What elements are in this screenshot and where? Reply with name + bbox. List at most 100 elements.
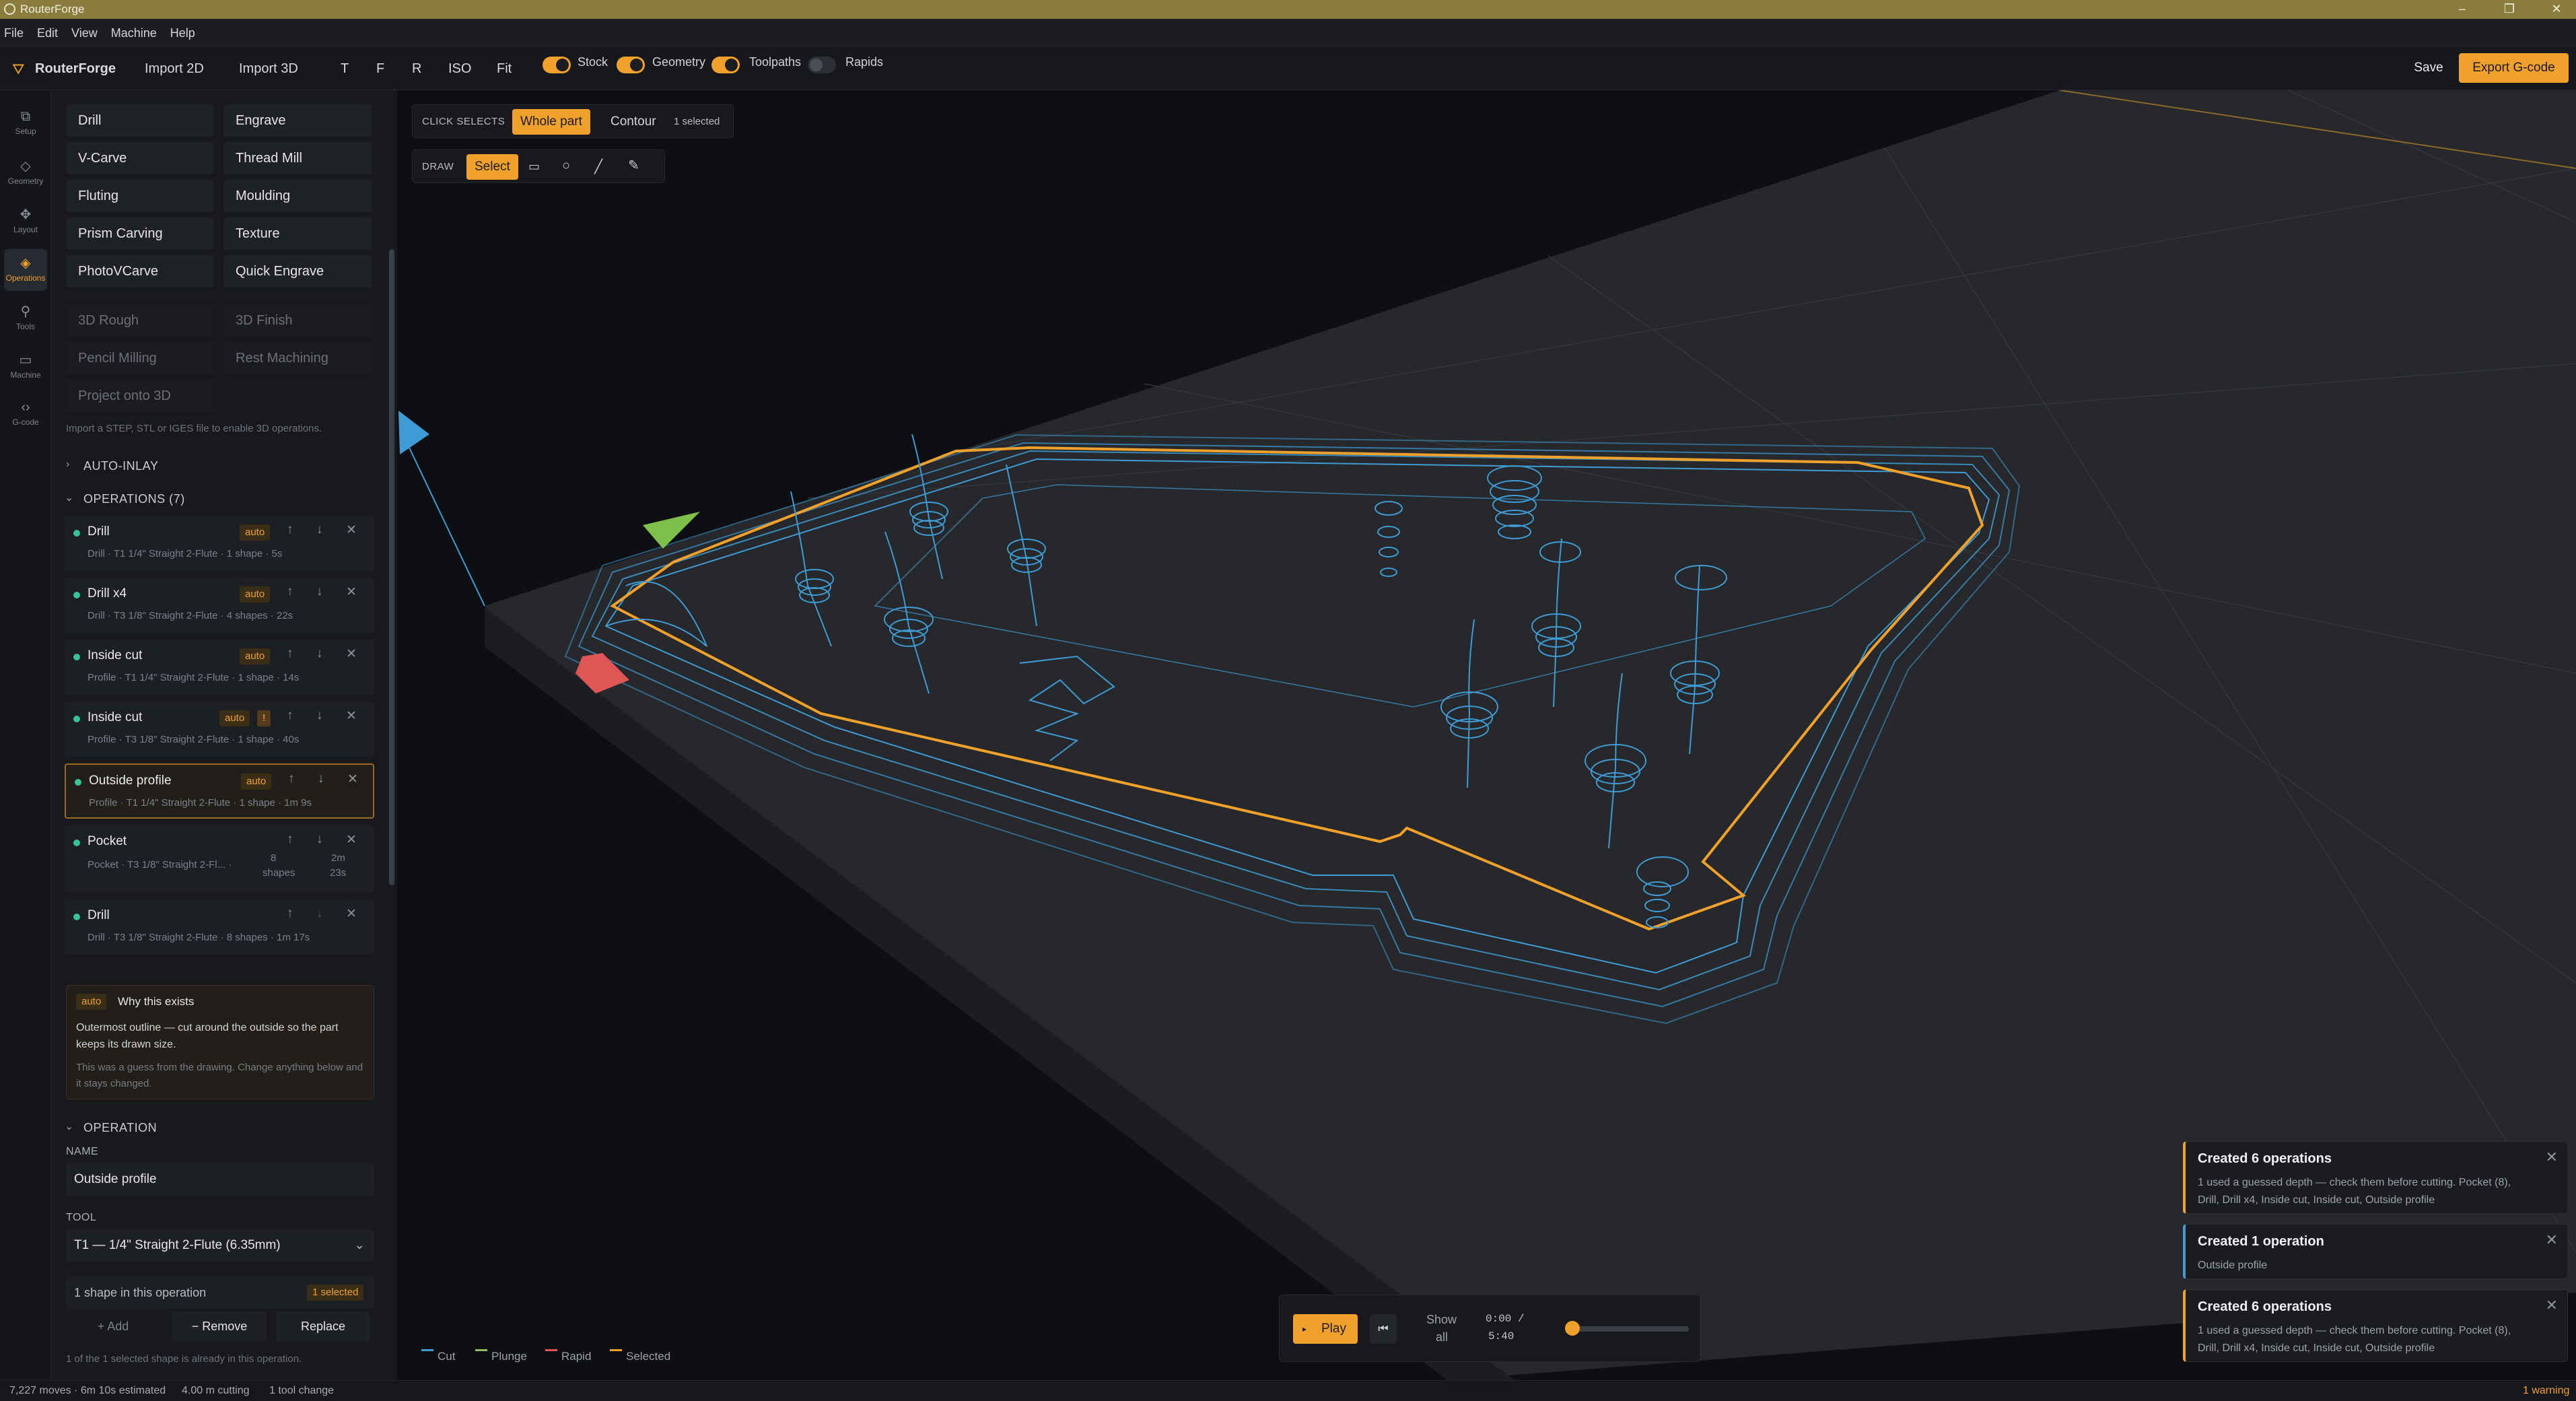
op-type-moulding[interactable]: Moulding xyxy=(223,180,372,212)
move-down-icon[interactable]: ↓ xyxy=(316,832,323,847)
delete-icon[interactable]: ✕ xyxy=(346,522,357,538)
stack-icon: ⧉ xyxy=(20,109,31,124)
brand-name: RouterForge xyxy=(35,61,116,76)
save-button[interactable]: Save xyxy=(2408,53,2449,83)
rectangle-tool-icon[interactable]: ▭ xyxy=(528,160,540,174)
stock-toggle[interactable] xyxy=(543,57,571,73)
operation-name-field[interactable]: Outside profile xyxy=(66,1163,374,1196)
mode-contour[interactable]: Contour xyxy=(602,109,664,135)
status-cutting: 4.00 m cutting xyxy=(182,1385,250,1396)
move-up-icon[interactable]: ↑ xyxy=(287,522,293,537)
rail-geometry[interactable]: ◇ Geometry xyxy=(4,152,47,194)
close-icon[interactable]: ✕ xyxy=(2546,1149,2558,1166)
move-up-icon[interactable]: ↑ xyxy=(287,584,293,599)
export-gcode-button[interactable]: Export G-code xyxy=(2459,53,2569,83)
op-type-photovcarve[interactable]: PhotoVCarve xyxy=(66,255,214,287)
toolpaths-toggle[interactable] xyxy=(711,57,740,73)
delete-icon[interactable]: ✕ xyxy=(346,708,357,724)
rail-tools[interactable]: ⚲ Tools xyxy=(4,298,47,339)
status-dot xyxy=(73,840,80,846)
operation-card[interactable]: Drill auto ↑ ↓ ✕ Drill · T1 1/4" Straigh… xyxy=(65,516,374,571)
why-body: Outermost outline — cut around the outsi… xyxy=(76,1022,339,1050)
scrub-track[interactable] xyxy=(1566,1326,1689,1332)
mode-whole-part[interactable]: Whole part xyxy=(512,109,590,135)
auto-inlay-section[interactable]: AUTO-INLAY xyxy=(83,459,158,473)
import-3d-button[interactable]: Import 3D xyxy=(239,47,298,90)
op-type-drill[interactable]: Drill xyxy=(66,104,214,137)
add-shape-button[interactable]: + Add xyxy=(66,1311,160,1341)
move-down-icon[interactable]: ↓ xyxy=(316,522,323,537)
remove-shape-button[interactable]: − Remove xyxy=(172,1311,267,1341)
import-2d-button[interactable]: Import 2D xyxy=(145,47,204,90)
move-down-icon[interactable]: ↓ xyxy=(316,708,323,723)
menu-file[interactable]: File xyxy=(4,26,24,40)
op-type-thread-mill[interactable]: Thread Mill xyxy=(223,142,372,174)
menu-view[interactable]: View xyxy=(71,26,98,40)
op-type-quick-engrave[interactable]: Quick Engrave xyxy=(223,255,372,287)
op-type-texture[interactable]: Texture xyxy=(223,217,372,250)
menu-machine[interactable]: Machine xyxy=(111,26,157,40)
move-up-icon[interactable]: ↑ xyxy=(287,646,293,661)
show-all-label-1[interactable]: Show xyxy=(1426,1313,1457,1327)
operation-section-header[interactable]: OPERATION xyxy=(83,1121,157,1135)
close-window-button[interactable]: ✕ xyxy=(2538,0,2575,19)
menu-help[interactable]: Help xyxy=(170,26,195,40)
delete-icon[interactable]: ✕ xyxy=(346,646,357,662)
operation-card[interactable]: Inside cut auto ! ↑ ↓ ✕ Profile · T3 1/8… xyxy=(65,702,374,757)
operation-card[interactable]: Pocket ↑ ↓ ✕ Pocket · T3 1/8" Straight 2… xyxy=(65,825,374,893)
move-down-icon[interactable]: ↓ xyxy=(316,646,323,661)
minimize-button[interactable]: – xyxy=(2443,0,2481,19)
op-type-engrave[interactable]: Engrave xyxy=(223,104,372,137)
operations-header[interactable]: OPERATIONS (7) xyxy=(83,492,185,506)
delete-icon[interactable]: ✕ xyxy=(346,906,357,922)
rail-layout[interactable]: ✥ Layout xyxy=(4,201,47,242)
view-right-button[interactable]: R xyxy=(412,47,421,90)
view-top-button[interactable]: T xyxy=(341,47,349,90)
delete-icon[interactable]: ✕ xyxy=(347,772,358,787)
left-rail: ⧉ Setup ◇ Geometry ✥ Layout ◈ Operations ⚲ To… xyxy=(0,90,51,1380)
delete-icon[interactable]: ✕ xyxy=(346,832,357,848)
delete-icon[interactable]: ✕ xyxy=(346,584,357,600)
move-down-icon: ↓ xyxy=(316,906,323,920)
move-down-icon[interactable]: ↓ xyxy=(316,584,323,599)
circle-tool-icon[interactable]: ○ xyxy=(562,158,570,174)
move-up-icon[interactable]: ↑ xyxy=(287,906,293,921)
rapid-swatch xyxy=(545,1349,557,1352)
tool-select[interactable]: T1 — 1/4" Straight 2-Flute (6.35mm) ⌄ xyxy=(66,1229,374,1262)
move-up-icon[interactable]: ↑ xyxy=(288,772,295,786)
sidebar-scrollbar[interactable] xyxy=(389,249,394,885)
operation-card[interactable]: Inside cut auto ↑ ↓ ✕ Profile · T1 1/4" … xyxy=(65,640,374,695)
show-all-label-2[interactable]: all xyxy=(1436,1330,1448,1344)
replace-shape-button[interactable]: Replace xyxy=(276,1311,370,1341)
play-button[interactable]: ▸ Play xyxy=(1293,1314,1358,1344)
pen-tool-icon[interactable]: ✎ xyxy=(628,157,639,174)
op-type-vcarve[interactable]: V-Carve xyxy=(66,142,214,174)
rewind-button[interactable]: ⏮ xyxy=(1370,1314,1397,1344)
move-up-icon[interactable]: ↑ xyxy=(287,708,293,723)
menu-edit[interactable]: Edit xyxy=(37,26,58,40)
scrub-handle[interactable] xyxy=(1565,1321,1580,1336)
status-warning[interactable]: 1 warning xyxy=(2523,1385,2569,1397)
move-up-icon[interactable]: ↑ xyxy=(287,832,293,847)
close-icon[interactable]: ✕ xyxy=(2546,1297,2558,1314)
geometry-toggle[interactable] xyxy=(617,57,645,73)
op-type-prism-carving[interactable]: Prism Carving xyxy=(66,217,214,250)
rail-machine[interactable]: ▭ Machine xyxy=(4,346,47,388)
close-icon[interactable]: ✕ xyxy=(2546,1231,2558,1249)
rail-setup[interactable]: ⧉ Setup xyxy=(4,104,47,145)
rail-gcode[interactable]: ‹› G-code xyxy=(4,395,47,436)
op-type-fluting[interactable]: Fluting xyxy=(66,180,214,212)
operation-card[interactable]: Drill ↑ ↓ ✕ Drill · T3 1/8" Straight 2-F… xyxy=(65,899,374,955)
line-tool-icon[interactable]: ╱ xyxy=(594,158,602,175)
view-iso-button[interactable]: ISO xyxy=(448,47,471,90)
move-down-icon[interactable]: ↓ xyxy=(318,772,324,786)
view-front-button[interactable]: F xyxy=(376,47,384,90)
draw-select-tool[interactable]: Select xyxy=(466,154,518,180)
operation-card-selected[interactable]: Outside profile auto ↑ ↓ ✕ Profile · T1 … xyxy=(65,763,374,819)
operation-card[interactable]: Drill x4 auto ↑ ↓ ✕ Drill · T3 1/8" Stra… xyxy=(65,578,374,633)
rail-operations[interactable]: ◈ Operations xyxy=(4,249,47,291)
view-fit-button[interactable]: Fit xyxy=(497,47,512,90)
operation-shape-unit: shapes xyxy=(263,867,295,879)
rapids-toggle[interactable] xyxy=(808,57,836,73)
maximize-button[interactable]: ❐ xyxy=(2491,0,2528,19)
